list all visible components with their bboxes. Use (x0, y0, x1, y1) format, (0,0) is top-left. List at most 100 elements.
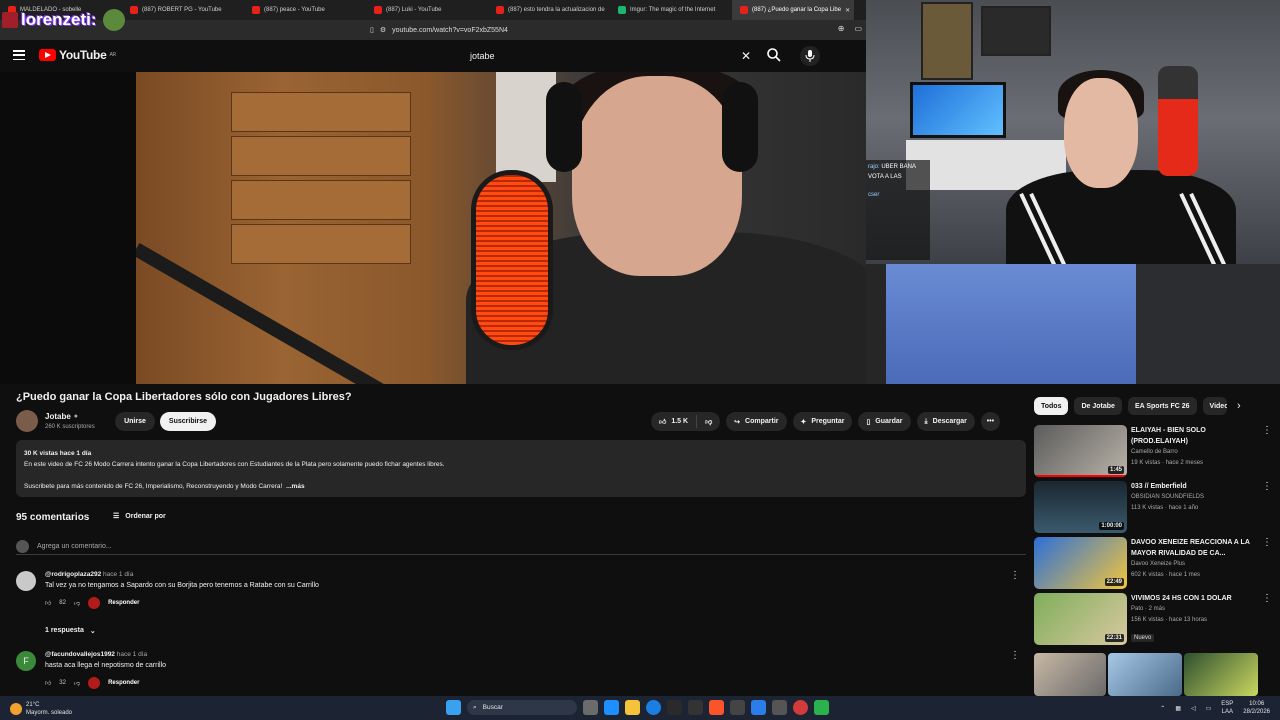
copilot-icon[interactable] (604, 700, 619, 715)
file-explorer-icon[interactable] (625, 700, 640, 715)
video-thumbnail[interactable]: 1:00:00 (1034, 481, 1127, 533)
app-icon[interactable] (814, 700, 829, 715)
fc-game-icon[interactable] (667, 700, 682, 715)
channel-name[interactable]: Jotabe ● (45, 412, 78, 421)
video-description[interactable]: 30 K vistas hace 1 día En este video de … (16, 440, 1026, 497)
thumbs-up-icon[interactable]: 👍︎ (45, 599, 51, 607)
ask-button[interactable]: ✦ Preguntar (792, 412, 853, 431)
obs-icon[interactable] (793, 700, 808, 715)
thumbs-down-icon[interactable]: 👎︎ (74, 599, 80, 607)
clock[interactable]: 10:06 28/2/2026 (1243, 700, 1270, 716)
video-player[interactable] (0, 72, 866, 384)
comment-author[interactable]: @rodrigoplaza292 (45, 571, 101, 578)
comment-time[interactable]: hace 1 día (117, 651, 147, 658)
channel-name[interactable]: Camello de Barro (1131, 447, 1259, 458)
voice-search-button[interactable] (800, 46, 820, 66)
url-field[interactable]: ▯ ⚙ youtube.com/watch?v=voF2xbZ55N4 (370, 23, 810, 37)
recommended-video[interactable]: 22:49 DAVOO XENEIZE REACCIONA A LA MAYOR… (1034, 537, 1274, 589)
browser-tab[interactable]: Imgur: The magic of the Internet (610, 0, 732, 20)
app-icon[interactable] (688, 700, 703, 715)
chip-de-jotabe[interactable]: De Jotabe (1074, 397, 1122, 415)
menu-icon[interactable] (13, 50, 25, 60)
recommended-video[interactable]: 22:31 VIVIMOS 24 HS CON 1 DOLAR Pato · 2… (1034, 593, 1274, 645)
thumbs-up-icon: 👍︎ (659, 419, 667, 426)
dislike-button[interactable]: 👎︎ (697, 417, 720, 426)
app-icon[interactable] (772, 700, 787, 715)
site-info-icon[interactable]: ⚙ (380, 26, 386, 34)
taskbar-search[interactable]: ⌕ Buscar (467, 700, 577, 715)
reply-button[interactable]: Responder (108, 600, 139, 606)
weather-widget[interactable]: 21°C Mayorm. soleado (10, 701, 72, 717)
show-more-link[interactable]: ...más (286, 483, 304, 490)
more-icon[interactable]: ⋮ (1262, 537, 1272, 548)
network-icon[interactable]: ▦ (1175, 705, 1181, 712)
recommended-video[interactable]: 1:00:00 033 // Emberfield OBSIDIAN SOUND… (1034, 481, 1274, 533)
youtube-logo[interactable]: YouTube AR (39, 48, 116, 62)
sort-comments-button[interactable]: ☰ Ordenar por (113, 512, 166, 521)
more-icon[interactable]: ⋮ (1262, 425, 1272, 436)
search-icon[interactable] (766, 47, 782, 63)
channel-avatar[interactable] (16, 410, 38, 432)
language-indicator[interactable]: ESP LAA (1221, 700, 1233, 716)
subscribe-button[interactable]: Suscribirse (160, 412, 216, 431)
recommended-video[interactable] (1034, 653, 1274, 696)
chevron-up-icon[interactable]: ⌃ (1160, 705, 1165, 712)
search-input[interactable]: jotabe (462, 45, 762, 67)
chip-ea-sports[interactable]: EA Sports FC 26 (1127, 397, 1197, 415)
view-replies-button[interactable]: 1 respuesta ⌄ (45, 627, 96, 635)
zoom-icon[interactable]: ⊕ (838, 24, 845, 33)
video-thumbnail[interactable]: 22:31 (1034, 593, 1127, 645)
comment-author[interactable]: @facundovallejos1992 (45, 651, 115, 658)
video-thumbnail[interactable] (1034, 653, 1106, 696)
cast-icon[interactable]: ▭ (854, 24, 862, 33)
thumbs-up-icon[interactable]: 👍︎ (45, 679, 51, 687)
add-comment-field[interactable]: Agrega un comentario... (16, 539, 1026, 555)
video-title[interactable]: 033 // Emberfield (1131, 481, 1259, 492)
download-button[interactable]: ⤓ Descargar (916, 412, 975, 431)
browser-tab[interactable]: (887) esto tendra la actualizacion de (488, 0, 610, 20)
video-thumbnail[interactable] (1108, 653, 1182, 696)
browser-tab-active[interactable]: (887) ¿Puedo ganar la Copa Libe ✕ (732, 0, 854, 20)
bookmark-icon[interactable]: ▯ (370, 26, 374, 34)
more-actions-button[interactable]: ••• (980, 412, 1000, 431)
chevron-right-icon[interactable]: › (1237, 400, 1241, 412)
comment-avatar[interactable]: F (16, 651, 36, 671)
reply-button[interactable]: Responder (108, 680, 139, 686)
save-button[interactable]: ▯ Guardar (858, 412, 911, 431)
video-title[interactable]: ELAIYAH - BIEN SOLO (PROD.ELAIYAH) (1131, 425, 1259, 447)
video-title[interactable]: VIVIMOS 24 HS CON 1 DOLAR (1131, 593, 1259, 604)
comment-more-icon[interactable]: ⋮ (1010, 650, 1020, 661)
join-button[interactable]: Unirse (115, 412, 155, 431)
browser-tab[interactable]: (887) Luki - YouTube (366, 0, 488, 20)
video-thumbnail[interactable] (1184, 653, 1258, 696)
share-button[interactable]: ↪ Compartir (726, 412, 787, 431)
edge-icon[interactable] (646, 700, 661, 715)
video-title[interactable]: DAVOO XENEIZE REACCIONA A LA MAYOR RIVAL… (1131, 537, 1259, 559)
chip-videos[interactable]: Video (1202, 397, 1227, 415)
app-icon[interactable] (730, 700, 745, 715)
chip-todos[interactable]: Todos (1034, 397, 1069, 415)
browser-tab[interactable]: (887) peace - YouTube (244, 0, 366, 20)
video-thumbnail[interactable]: 1:45 (1034, 425, 1127, 477)
clear-search-icon[interactable]: ✕ (741, 49, 751, 63)
channel-name[interactable]: Pato · 2 más (1131, 604, 1259, 615)
notepad-icon[interactable] (751, 700, 766, 715)
comment-avatar[interactable] (16, 571, 36, 591)
video-thumbnail[interactable]: 22:49 (1034, 537, 1127, 589)
close-tab-icon[interactable]: ✕ (845, 7, 850, 14)
like-button[interactable]: 👍︎ 1.5 K (651, 415, 698, 428)
volume-icon[interactable]: ◁ (1191, 705, 1196, 712)
channel-name[interactable]: OBSIDIAN SOUNDFIELDS (1131, 492, 1259, 503)
recommended-video[interactable]: 1:45 ELAIYAH - BIEN SOLO (PROD.ELAIYAH) … (1034, 425, 1274, 477)
brave-icon[interactable] (709, 700, 724, 715)
task-view-icon[interactable] (583, 700, 598, 715)
comment-more-icon[interactable]: ⋮ (1010, 570, 1020, 581)
more-icon[interactable]: ⋮ (1262, 593, 1272, 604)
more-icon[interactable]: ⋮ (1262, 481, 1272, 492)
comment-time[interactable]: hace 1 día (103, 571, 133, 578)
thumbs-down-icon[interactable]: 👎︎ (74, 679, 80, 687)
channel-name[interactable]: Davoo Xeneize Plus (1131, 559, 1259, 570)
battery-icon[interactable]: ▭ (1206, 705, 1212, 712)
comment-text: hasta aca llega el nepotismo de carrillo (45, 662, 167, 669)
windows-start-icon[interactable] (446, 700, 461, 715)
